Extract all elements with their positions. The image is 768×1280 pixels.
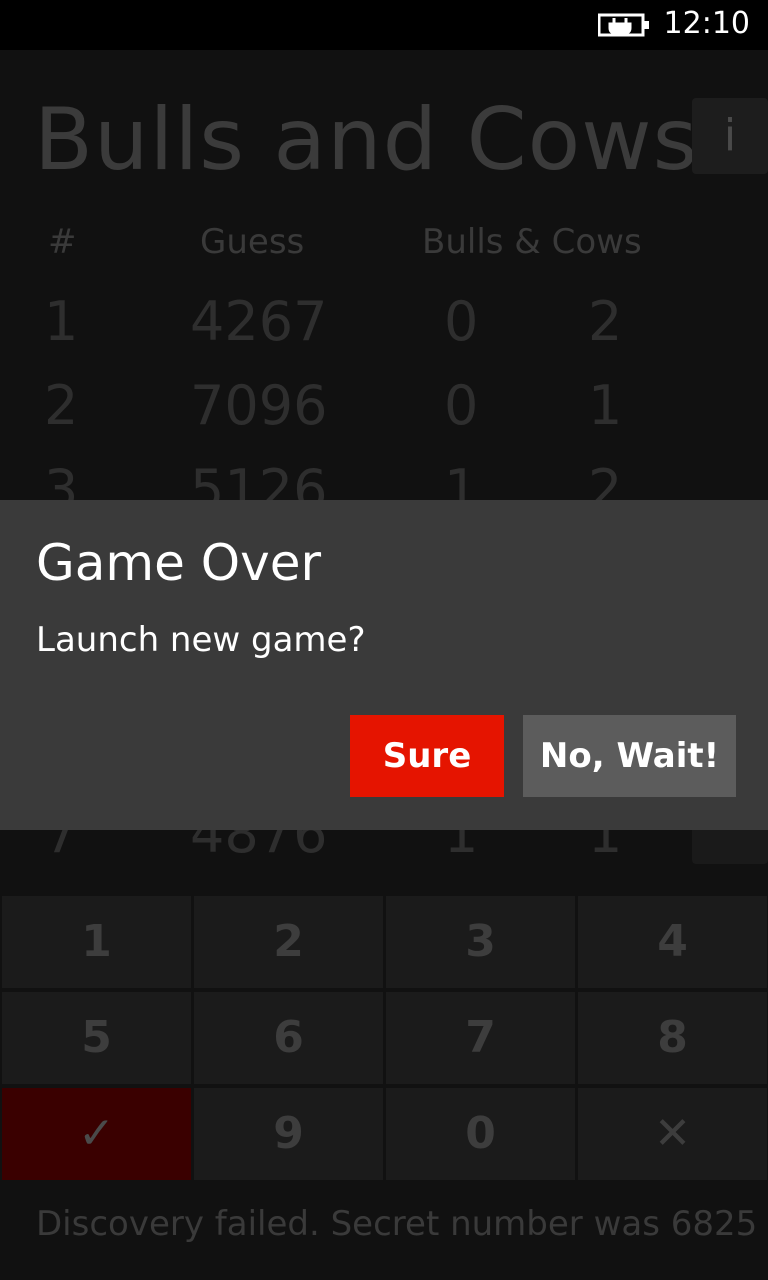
no-wait-button[interactable]: No, Wait! xyxy=(523,715,736,797)
row-bulls: 0 xyxy=(444,290,479,353)
sure-button[interactable]: Sure xyxy=(350,715,504,797)
key-7[interactable]: 7 xyxy=(386,992,575,1084)
table-row: 1 4267 0 2 xyxy=(0,290,768,376)
key-0[interactable]: 0 xyxy=(386,1088,575,1180)
header-bulls-cows: Bulls & Cows xyxy=(422,222,642,262)
dialog-title: Game Over xyxy=(36,534,322,592)
info-button[interactable]: i xyxy=(692,98,768,174)
row-bulls: 0 xyxy=(444,374,479,437)
row-guess: 4267 xyxy=(190,290,328,353)
status-message: Discovery failed. Secret number was 6825 xyxy=(36,1204,758,1244)
submit-check-button[interactable]: ✓ xyxy=(2,1088,191,1180)
key-6[interactable]: 6 xyxy=(194,992,383,1084)
battery-charging-icon xyxy=(598,13,649,37)
row-cows: 1 xyxy=(588,374,623,437)
key-1[interactable]: 1 xyxy=(2,896,191,988)
key-9[interactable]: 9 xyxy=(194,1088,383,1180)
header-guess: Guess xyxy=(200,222,305,262)
key-5[interactable]: 5 xyxy=(2,992,191,1084)
clear-x-button[interactable]: ✕ xyxy=(578,1088,767,1180)
key-4[interactable]: 4 xyxy=(578,896,767,988)
key-3[interactable]: 3 xyxy=(386,896,575,988)
row-guess: 7096 xyxy=(190,374,328,437)
table-row: 2 7096 0 1 xyxy=(0,374,768,460)
row-cows: 2 xyxy=(588,290,623,353)
game-over-dialog: Game Over Launch new game? Sure No, Wait… xyxy=(0,500,768,830)
row-number: 2 xyxy=(44,374,79,437)
clock: 12:10 xyxy=(663,6,750,41)
app-title: Bulls and Cows xyxy=(34,90,699,190)
key-2[interactable]: 2 xyxy=(194,896,383,988)
header-number: # xyxy=(48,222,77,262)
row-number: 1 xyxy=(44,290,79,353)
status-bar: 12:10 xyxy=(0,0,768,50)
dialog-message: Launch new game? xyxy=(36,620,366,660)
key-8[interactable]: 8 xyxy=(578,992,767,1084)
keypad: 1 2 3 4 5 6 7 8 ✓ 9 0 ✕ xyxy=(0,896,768,1182)
